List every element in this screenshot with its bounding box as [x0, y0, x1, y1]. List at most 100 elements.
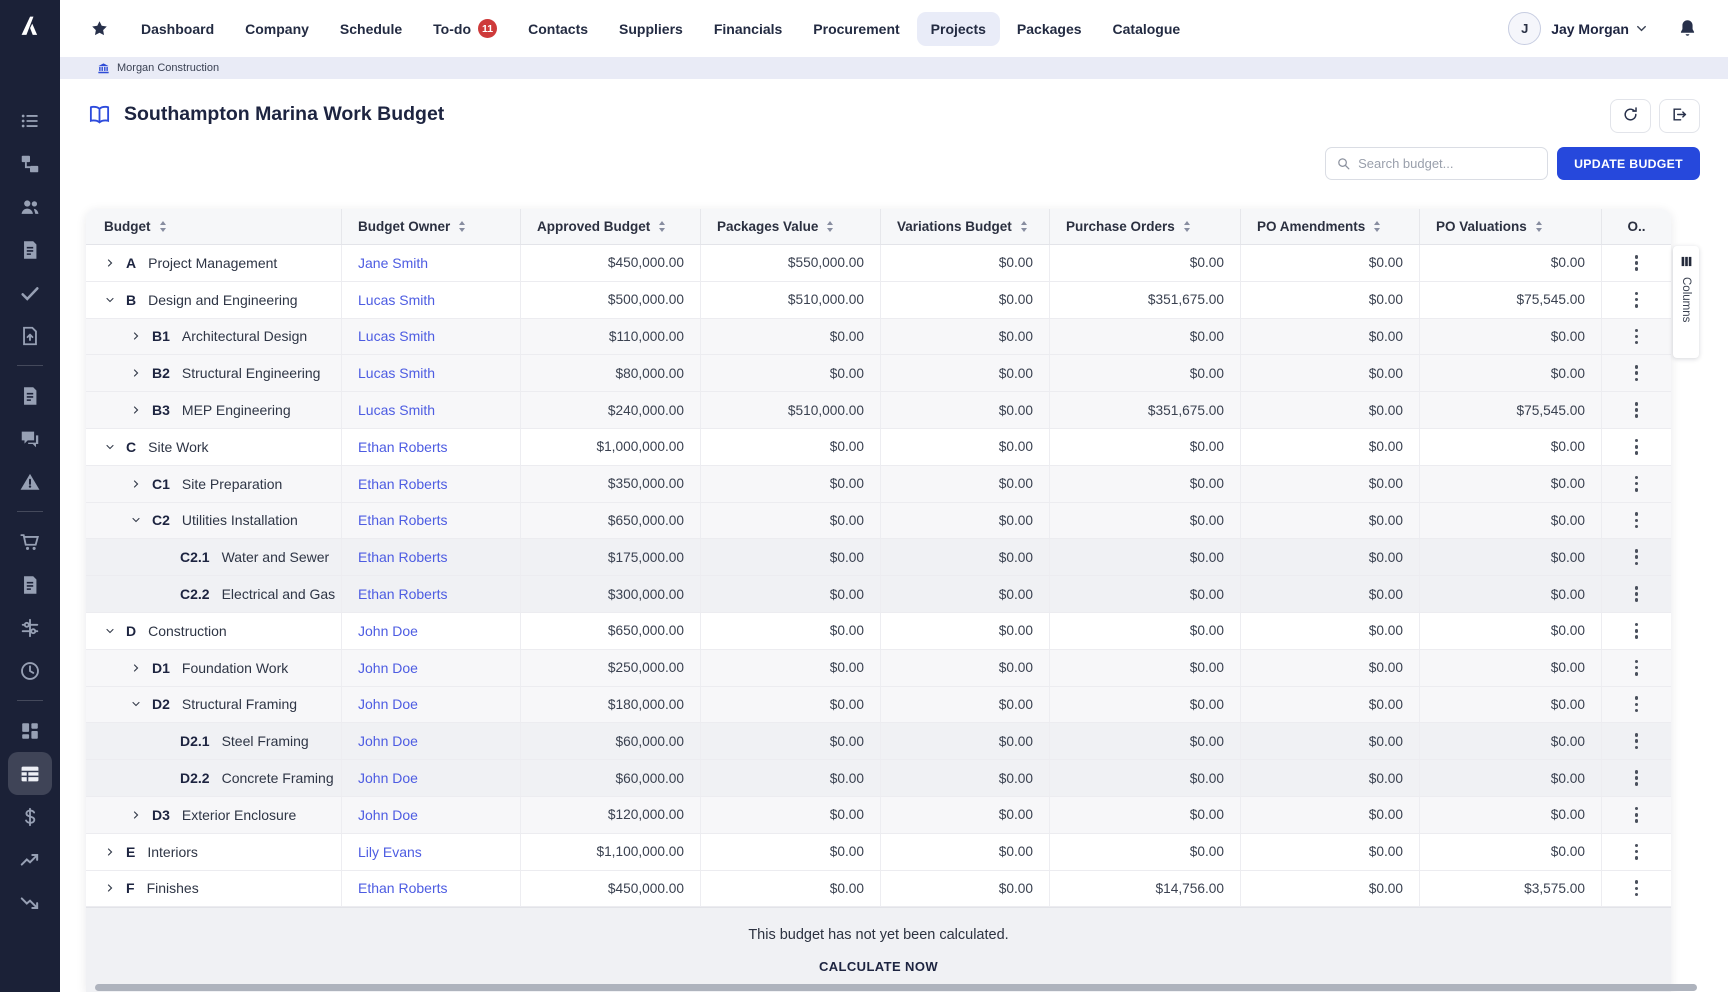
export-button[interactable]	[1659, 99, 1700, 133]
sort-icon[interactable]	[459, 221, 465, 232]
row-menu-kebab-icon[interactable]	[1630, 434, 1644, 460]
sidebar-item-users[interactable]	[8, 185, 52, 228]
sidebar-item-file-upload[interactable]	[8, 314, 52, 357]
calculate-now-button[interactable]: CALCULATE NOW	[819, 959, 938, 974]
nav-item-company[interactable]: Company	[231, 12, 323, 46]
expand-chevron-icon[interactable]	[130, 478, 143, 490]
sort-icon[interactable]	[827, 221, 833, 232]
row-menu-kebab-icon[interactable]	[1630, 544, 1644, 570]
row-menu-kebab-icon[interactable]	[1630, 655, 1644, 681]
owner-link[interactable]: John Doe	[358, 733, 418, 749]
owner-link[interactable]: Jane Smith	[358, 255, 428, 271]
sidebar-item-warning[interactable]	[8, 460, 52, 503]
user-name[interactable]: Jay Morgan	[1551, 21, 1629, 37]
row-menu-kebab-icon[interactable]	[1630, 691, 1644, 717]
expand-chevron-icon[interactable]	[130, 809, 143, 821]
sidebar-item-table[interactable]	[8, 752, 52, 795]
owner-link[interactable]: John Doe	[358, 770, 418, 786]
sidebar-item-document[interactable]	[8, 563, 52, 606]
sort-icon[interactable]	[160, 221, 166, 232]
owner-link[interactable]: John Doe	[358, 623, 418, 639]
owner-link[interactable]: Ethan Roberts	[358, 586, 448, 602]
collapse-chevron-icon[interactable]	[104, 294, 117, 306]
owner-link[interactable]: Lily Evans	[358, 844, 422, 860]
sort-icon[interactable]	[1374, 221, 1380, 232]
column-header-purchase-orders[interactable]: Purchase Orders	[1050, 209, 1241, 244]
expand-chevron-icon[interactable]	[130, 367, 143, 379]
avatar[interactable]: J	[1508, 12, 1541, 45]
sidebar-item-document[interactable]	[8, 228, 52, 271]
nav-item-financials[interactable]: Financials	[700, 12, 796, 46]
row-menu-kebab-icon[interactable]	[1630, 618, 1644, 644]
owner-link[interactable]: John Doe	[358, 807, 418, 823]
sidebar-item-dollar[interactable]	[8, 795, 52, 838]
nav-item-projects[interactable]: Projects	[917, 12, 1000, 46]
nav-item-packages[interactable]: Packages	[1003, 12, 1096, 46]
owner-link[interactable]: Lucas Smith	[358, 365, 435, 381]
row-menu-kebab-icon[interactable]	[1630, 875, 1644, 901]
column-header-approved-budget[interactable]: Approved Budget	[521, 209, 701, 244]
owner-link[interactable]: Ethan Roberts	[358, 476, 448, 492]
columns-panel-tab[interactable]: Columns	[1673, 246, 1699, 358]
row-menu-kebab-icon[interactable]	[1630, 250, 1644, 276]
refresh-button[interactable]	[1610, 99, 1651, 133]
row-menu-kebab-icon[interactable]	[1630, 324, 1644, 350]
owner-link[interactable]: John Doe	[358, 696, 418, 712]
column-header-budget[interactable]: Budget	[86, 209, 342, 244]
row-menu-kebab-icon[interactable]	[1630, 397, 1644, 423]
sort-icon[interactable]	[1184, 221, 1190, 232]
sidebar-item-hierarchy[interactable]	[8, 142, 52, 185]
nav-item-schedule[interactable]: Schedule	[326, 12, 416, 46]
column-header-po-valuations[interactable]: PO Valuations	[1420, 209, 1602, 244]
sort-icon[interactable]	[1021, 221, 1027, 232]
owner-link[interactable]: Lucas Smith	[358, 292, 435, 308]
collapse-chevron-icon[interactable]	[104, 441, 117, 453]
row-menu-kebab-icon[interactable]	[1630, 839, 1644, 865]
expand-chevron-icon[interactable]	[104, 846, 117, 858]
row-menu-kebab-icon[interactable]	[1630, 581, 1644, 607]
sidebar-item-grid[interactable]	[8, 709, 52, 752]
owner-link[interactable]: Ethan Roberts	[358, 880, 448, 896]
row-menu-kebab-icon[interactable]	[1630, 765, 1644, 791]
nav-item-to-do[interactable]: To-do11	[419, 10, 511, 47]
owner-link[interactable]: Ethan Roberts	[358, 549, 448, 565]
sort-icon[interactable]	[1536, 221, 1542, 232]
row-menu-kebab-icon[interactable]	[1630, 471, 1644, 497]
update-budget-button[interactable]: UPDATE BUDGET	[1557, 147, 1700, 180]
sidebar-item-document[interactable]	[8, 374, 52, 417]
sidebar-item-trend-down[interactable]	[8, 881, 52, 924]
expand-chevron-icon[interactable]	[104, 882, 117, 894]
collapse-chevron-icon[interactable]	[104, 625, 117, 637]
sidebar-item-sliders[interactable]	[8, 606, 52, 649]
collapse-chevron-icon[interactable]	[130, 698, 143, 710]
breadcrumb-label[interactable]: Morgan Construction	[117, 62, 219, 74]
row-menu-kebab-icon[interactable]	[1630, 802, 1644, 828]
horizontal-scrollbar[interactable]	[95, 984, 1697, 991]
owner-link[interactable]: Lucas Smith	[358, 328, 435, 344]
owner-link[interactable]: John Doe	[358, 660, 418, 676]
nav-item-catalogue[interactable]: Catalogue	[1099, 12, 1195, 46]
sort-icon[interactable]	[659, 221, 665, 232]
notifications-bell-icon[interactable]	[1677, 18, 1698, 39]
expand-chevron-icon[interactable]	[130, 404, 143, 416]
collapse-chevron-icon[interactable]	[130, 514, 143, 526]
row-menu-kebab-icon[interactable]	[1630, 507, 1644, 533]
favorites-star-icon[interactable]	[90, 19, 109, 38]
expand-chevron-icon[interactable]	[104, 257, 117, 269]
row-menu-kebab-icon[interactable]	[1630, 728, 1644, 754]
sidebar-item-trend-up[interactable]	[8, 838, 52, 881]
nav-item-dashboard[interactable]: Dashboard	[127, 12, 228, 46]
search-input[interactable]	[1358, 156, 1537, 171]
column-header-budget-owner[interactable]: Budget Owner	[342, 209, 521, 244]
sidebar-item-list[interactable]	[8, 99, 52, 142]
row-menu-kebab-icon[interactable]	[1630, 287, 1644, 313]
sidebar-item-check[interactable]	[8, 271, 52, 314]
owner-link[interactable]: Ethan Roberts	[358, 512, 448, 528]
expand-chevron-icon[interactable]	[130, 662, 143, 674]
expand-chevron-icon[interactable]	[130, 330, 143, 342]
nav-item-suppliers[interactable]: Suppliers	[605, 12, 697, 46]
app-logo[interactable]	[0, 0, 60, 57]
chevron-down-icon[interactable]	[1634, 21, 1649, 36]
column-header-variations-budget[interactable]: Variations Budget	[881, 209, 1050, 244]
nav-item-procurement[interactable]: Procurement	[799, 12, 913, 46]
